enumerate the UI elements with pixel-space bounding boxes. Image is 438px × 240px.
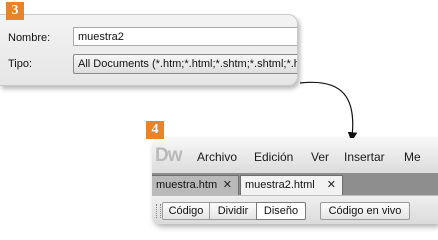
menu-more[interactable]: Me [404, 150, 421, 164]
file-type-select[interactable]: All Documents (*.htm;*.html;*.shtm;*.sht… [73, 54, 297, 74]
menu-edicion[interactable]: Edición [254, 150, 293, 164]
close-icon[interactable]: ✕ [327, 176, 336, 195]
menu-archivo[interactable]: Archivo [197, 150, 237, 164]
close-icon[interactable]: ✕ [223, 176, 232, 195]
save-dialog-panel: Nombre: muestra2 Tipo: All Documents (*.… [0, 14, 298, 86]
step-3-badge: 3 [6, 2, 24, 20]
code-view-button[interactable]: Código [162, 202, 210, 220]
name-label: Nombre: [8, 32, 51, 44]
tab-label: muestra2.html [245, 179, 315, 191]
step-4-badge: 4 [146, 121, 164, 139]
type-label: Tipo: [8, 58, 33, 70]
live-code-button[interactable]: Código en vivo [320, 202, 410, 220]
design-view-button[interactable]: Diseño [256, 202, 306, 220]
menu-bar: Dw Archivo Edición Ver Insertar Me [152, 138, 438, 173]
split-view-button[interactable]: Dividir [209, 202, 257, 220]
menu-ver[interactable]: Ver [311, 150, 329, 164]
dreamweaver-window: Dw Archivo Edición Ver Insertar Me muest… [152, 138, 438, 224]
tab-muestra2-html[interactable]: muestra2.html ✕ [240, 175, 343, 195]
file-name-input[interactable]: muestra2 [73, 27, 297, 46]
menu-insertar[interactable]: Insertar [344, 150, 385, 164]
document-tab-bar: muestra.htm ✕ muestra2.html ✕ [152, 173, 438, 195]
document-toolbar: Código Dividir Diseño Código en vivo [152, 195, 438, 224]
tab-label: muestra.htm [156, 179, 218, 191]
tab-muestra-htm[interactable]: muestra.htm ✕ [152, 175, 239, 195]
toolbar-grip-icon[interactable] [156, 204, 161, 218]
dreamweaver-logo: Dw [155, 145, 182, 166]
